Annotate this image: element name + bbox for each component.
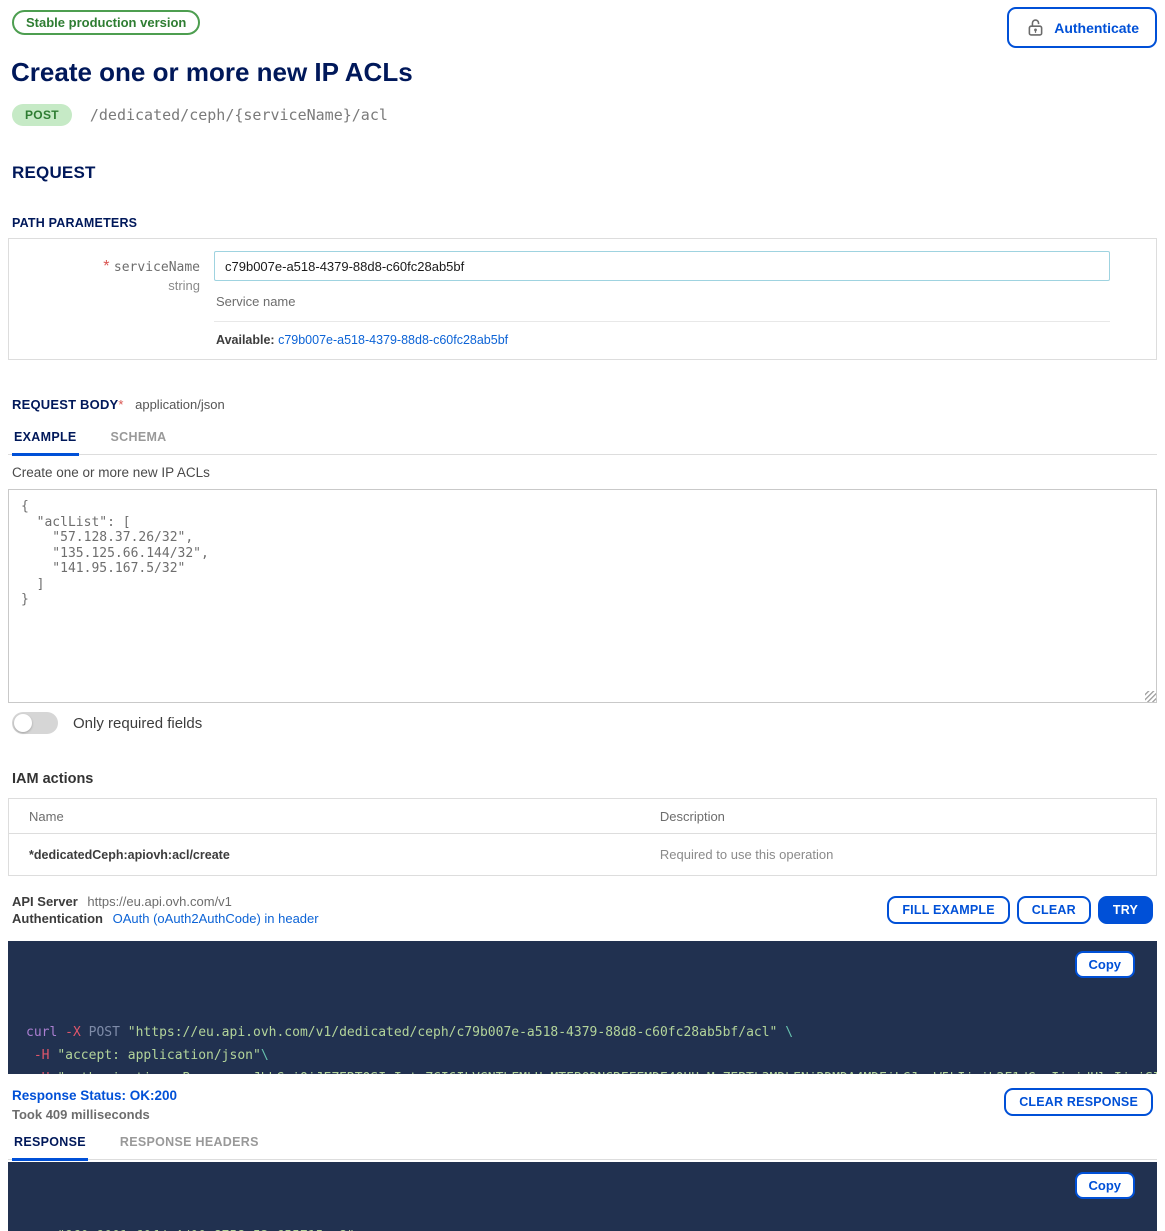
request-heading: REQUEST	[12, 163, 1157, 183]
api-info: API Server https://eu.api.ovh.com/v1 Aut…	[12, 892, 319, 928]
editor-resize-grip[interactable]	[1145, 691, 1156, 702]
api-console-page: Stable production version Authenticate C…	[0, 0, 1165, 1231]
column-header-description: Description	[640, 799, 1157, 834]
param-value-cell: Service name Available: c79b007e-a518-43…	[214, 251, 1156, 349]
tab-response-headers[interactable]: RESPONSE HEADERS	[118, 1133, 261, 1159]
content-type-label: application/json	[135, 397, 225, 412]
curl-code-block: Copy curl -X POST "https://eu.api.ovh.co…	[8, 941, 1157, 1074]
path-parameters-label: PATH PARAMETERS	[12, 216, 1157, 230]
request-body-tabs: EXAMPLE SCHEMA	[8, 428, 1157, 455]
param-name-cell: * serviceName string	[9, 251, 214, 349]
tab-example[interactable]: EXAMPLE	[12, 428, 79, 456]
iam-action-row: *dedicatedCeph:apiovh:acl/create Require…	[9, 834, 1157, 876]
stable-version-badge: Stable production version	[12, 10, 200, 35]
response-status-info: Response Status: OK:200 Took 409 millise…	[12, 1088, 177, 1122]
curl-copy-button[interactable]: Copy	[1075, 951, 1136, 978]
request-body-label: REQUEST BODY	[12, 397, 118, 412]
http-method-badge: POST	[12, 104, 72, 126]
required-fields-toggle-row: Only required fields	[12, 712, 1157, 734]
action-buttons: FILL EXAMPLE CLEAR TRY	[887, 896, 1153, 924]
iam-actions-heading: IAM actions	[12, 771, 1157, 787]
lock-icon	[1025, 17, 1046, 38]
response-copy-button[interactable]: Copy	[1075, 1172, 1136, 1199]
curl-code: curl -X POST "https://eu.api.ovh.com/v1/…	[26, 1021, 1139, 1074]
authentication-label: Authentication	[12, 911, 103, 926]
fill-example-button[interactable]: FILL EXAMPLE	[887, 896, 1009, 924]
api-server-url: https://eu.api.ovh.com/v1	[87, 894, 232, 909]
iam-actions-table: Name Description *dedicatedCeph:apiovh:a…	[8, 798, 1157, 876]
clear-response-button[interactable]: CLEAR RESPONSE	[1004, 1088, 1153, 1116]
clear-button[interactable]: CLEAR	[1017, 896, 1091, 924]
tab-response[interactable]: RESPONSE	[12, 1133, 88, 1161]
request-body-required-marker: *	[118, 397, 123, 412]
toggle-knob	[14, 714, 32, 732]
request-body-description: Create one or more new IP ACLs	[8, 455, 1157, 489]
topbar: Stable production version Authenticate	[8, 0, 1157, 48]
iam-action-description: Required to use this operation	[640, 834, 1157, 876]
param-name: serviceName	[114, 260, 200, 275]
iam-action-name: dedicatedCeph:apiovh:acl/create	[34, 848, 230, 862]
service-name-input[interactable]	[214, 251, 1110, 281]
json-example-editor[interactable]: { "aclList": [ "57.128.37.26/32", "135.1…	[8, 489, 1157, 703]
request-body-row: REQUEST BODY* application/json	[12, 397, 1157, 412]
api-server-row: API Server https://eu.api.ovh.com/v1 Aut…	[12, 892, 1153, 928]
column-header-name: Name	[9, 799, 640, 834]
oauth-link[interactable]: OAuth (oAuth2AuthCode) in header	[113, 911, 319, 926]
path-parameters-table: * serviceName string Service name Availa…	[8, 238, 1157, 360]
response-tabs: RESPONSE RESPONSE HEADERS	[8, 1133, 1157, 1160]
available-label: Available:	[216, 333, 275, 347]
response-status: Response Status: OK:200	[12, 1088, 177, 1103]
param-available-row: Available: c79b007e-a518-4379-88d8-c60fc…	[214, 322, 1110, 349]
only-required-fields-toggle[interactable]	[12, 712, 58, 734]
available-value-link[interactable]: c79b007e-a518-4379-88d8-c60fc28ab5bf	[278, 333, 508, 347]
response-duration: Took 409 milliseconds	[12, 1107, 177, 1122]
api-server-label: API Server	[12, 894, 78, 909]
try-button[interactable]: TRY	[1098, 896, 1153, 924]
param-description: Service name	[214, 281, 1110, 322]
page-title: Create one or more new IP ACLs	[11, 57, 1157, 88]
endpoint-row: POST /dedicated/ceph/{serviceName}/acl	[12, 104, 1157, 126]
authenticate-button[interactable]: Authenticate	[1007, 7, 1157, 48]
param-type: string	[9, 278, 200, 293]
toggle-label: Only required fields	[73, 715, 202, 732]
response-code-block: Copy "960e9001-60fd-4d00-8758-52e655715a…	[8, 1162, 1157, 1231]
tab-schema[interactable]: SCHEMA	[109, 428, 169, 454]
param-required-marker: *	[103, 258, 109, 275]
authenticate-label: Authenticate	[1054, 20, 1139, 36]
endpoint-path: /dedicated/ceph/{serviceName}/acl	[90, 106, 388, 124]
response-status-row: Response Status: OK:200 Took 409 millise…	[12, 1088, 1153, 1122]
